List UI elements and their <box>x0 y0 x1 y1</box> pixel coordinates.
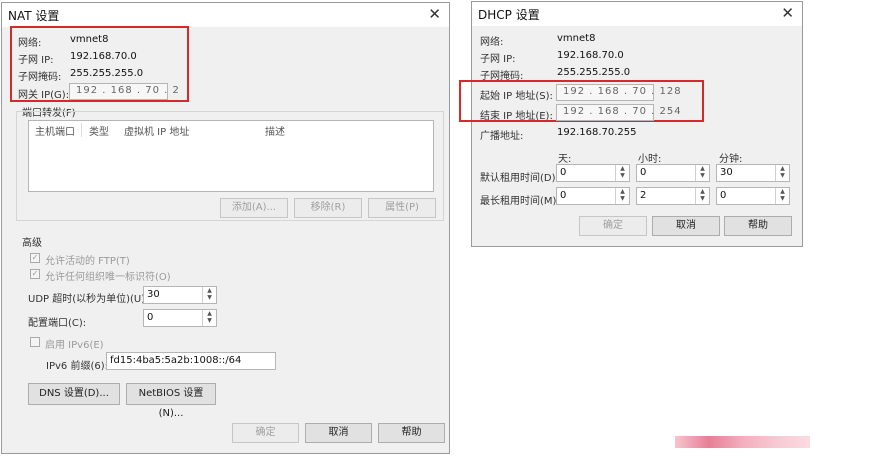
config-port-stepper[interactable]: 0 ▲ ▼ <box>143 309 217 327</box>
dhcp-subnet-ip-value: 192.168.70.0 <box>557 50 624 61</box>
dhcp-network-label: 网络: <box>480 37 504 48</box>
udp-timeout-value: 30 <box>147 289 160 300</box>
hours-header: 小时: <box>638 154 662 165</box>
spin-arrows-icon[interactable]: ▲ ▼ <box>202 310 216 326</box>
ipv6-prefix-input[interactable]: fd15:4ba5:5a2b:1008::/64 <box>106 352 276 370</box>
nat-gateway-label: 网关 IP(G): <box>18 90 70 101</box>
spin-arrows-icon[interactable]: ▲ ▼ <box>202 287 216 303</box>
ok-button[interactable]: 确定 <box>232 423 299 443</box>
config-port-label: 配置端口(C): <box>28 318 87 329</box>
udp-timeout-label: UDP 超时(以秒为单位)(U): <box>28 294 149 305</box>
nat-title-bar: NAT 设置 ✕ <box>2 3 449 27</box>
broadcast-value: 192.168.70.255 <box>557 127 637 138</box>
dns-settings-button[interactable]: DNS 设置(D)... <box>28 383 120 405</box>
default-lease-hours-stepper[interactable]: 0 ▲ ▼ <box>636 164 710 182</box>
spin-arrows-icon[interactable]: ▲ ▼ <box>695 165 709 181</box>
advanced-label: 高级 <box>22 238 42 249</box>
nat-network-label: 网络: <box>18 38 42 49</box>
add-button[interactable]: 添加(A)... <box>220 198 288 218</box>
end-ip-input[interactable]: 192 . 168 . 70 . 254 <box>556 104 681 121</box>
broadcast-label: 广播地址: <box>480 131 524 142</box>
spin-arrows-icon[interactable]: ▲ ▼ <box>615 165 629 181</box>
dhcp-subnet-ip-label: 子网 IP: <box>480 54 516 65</box>
dhcp-title-bar: DHCP 设置 ✕ <box>472 2 802 26</box>
default-lease-days-stepper[interactable]: 0 ▲ ▼ <box>556 164 630 182</box>
allow-ftp-label: 允许活动的 FTP(T) <box>45 256 130 267</box>
max-lease-hours-value: 2 <box>640 190 647 201</box>
properties-button[interactable]: 属性(P) <box>368 198 436 218</box>
config-port-value: 0 <box>147 312 154 323</box>
close-icon[interactable]: ✕ <box>781 4 794 22</box>
nat-subnet-mask-label: 子网掩码: <box>18 72 62 83</box>
column-vm-ip[interactable]: 虚拟机 IP 地址 <box>124 123 189 138</box>
dhcp-cancel-button[interactable]: 取消 <box>652 216 720 236</box>
checkbox-checked-icon[interactable]: ✓ <box>30 253 40 263</box>
days-header: 天: <box>558 154 572 165</box>
nat-subnet-mask-value: 255.255.255.0 <box>70 68 144 79</box>
column-type[interactable]: 类型 <box>89 123 109 138</box>
column-separator <box>81 123 82 137</box>
minutes-header: 分钟: <box>719 154 743 165</box>
port-forward-list[interactable]: 主机端口 类型 虚拟机 IP 地址 描述 <box>28 120 434 192</box>
dhcp-dialog-title: DHCP 设置 <box>478 8 540 22</box>
nat-network-value: vmnet8 <box>70 34 109 45</box>
udp-timeout-stepper[interactable]: 30 ▲ ▼ <box>143 286 217 304</box>
max-lease-days-value: 0 <box>560 190 567 201</box>
max-lease-label: 最长租用时间(M): <box>480 196 560 207</box>
enable-ipv6-checkbox[interactable] <box>30 337 40 347</box>
max-lease-minutes-stepper[interactable]: 0 ▲ ▼ <box>716 187 790 205</box>
close-icon[interactable]: ✕ <box>428 5 441 23</box>
dhcp-help-button[interactable]: 帮助 <box>724 216 792 236</box>
dhcp-ok-button[interactable]: 确定 <box>579 216 647 236</box>
spin-arrows-icon[interactable]: ▲ ▼ <box>775 188 789 204</box>
nat-gateway-input[interactable]: 192 . 168 . 70 . 2 <box>69 83 179 100</box>
max-lease-hours-stepper[interactable]: 2 ▲ ▼ <box>636 187 710 205</box>
default-lease-hours-value: 0 <box>640 167 647 178</box>
default-lease-label: 默认租用时间(D): <box>480 173 559 184</box>
nat-subnet-ip-value: 192.168.70.0 <box>70 51 137 62</box>
spin-arrows-icon[interactable]: ▲ ▼ <box>775 165 789 181</box>
column-description[interactable]: 描述 <box>265 123 285 138</box>
allow-oui-label: 允许任何组织唯一标识符(O) <box>45 272 171 283</box>
ipv6-prefix-label: IPv6 前缀(6): <box>46 361 108 372</box>
spin-arrows-icon[interactable]: ▲ ▼ <box>695 188 709 204</box>
watermark-bar <box>675 436 810 448</box>
nat-subnet-ip-label: 子网 IP: <box>18 55 54 66</box>
nat-settings-dialog: NAT 设置 ✕ 网络: vmnet8 子网 IP: 192.168.70.0 … <box>1 2 450 454</box>
dhcp-network-value: vmnet8 <box>557 33 596 44</box>
max-lease-minutes-value: 0 <box>720 190 727 201</box>
spin-arrows-icon[interactable]: ▲ ▼ <box>615 188 629 204</box>
start-ip-label: 起始 IP 地址(S): <box>480 91 553 102</box>
netbios-settings-button[interactable]: NetBIOS 设置(N)... <box>126 383 216 419</box>
default-lease-days-value: 0 <box>560 167 567 178</box>
default-lease-minutes-value: 30 <box>720 167 733 178</box>
dhcp-settings-dialog: DHCP 设置 ✕ 网络: vmnet8 子网 IP: 192.168.70.0… <box>459 1 803 247</box>
checkbox-checked-icon[interactable]: ✓ <box>30 269 40 279</box>
default-lease-minutes-stepper[interactable]: 30 ▲ ▼ <box>716 164 790 182</box>
start-ip-input[interactable]: 192 . 168 . 70 . 128 <box>556 84 681 101</box>
cancel-button[interactable]: 取消 <box>305 423 372 443</box>
enable-ipv6-label: 启用 IPv6(E) <box>45 340 104 351</box>
column-host-port[interactable]: 主机端口 <box>35 123 75 138</box>
remove-button[interactable]: 移除(R) <box>294 198 362 218</box>
end-ip-label: 结束 IP 地址(E): <box>480 111 553 122</box>
nat-dialog-title: NAT 设置 <box>8 9 60 23</box>
max-lease-days-stepper[interactable]: 0 ▲ ▼ <box>556 187 630 205</box>
help-button[interactable]: 帮助 <box>378 423 445 443</box>
dhcp-subnet-mask-value: 255.255.255.0 <box>557 67 631 78</box>
